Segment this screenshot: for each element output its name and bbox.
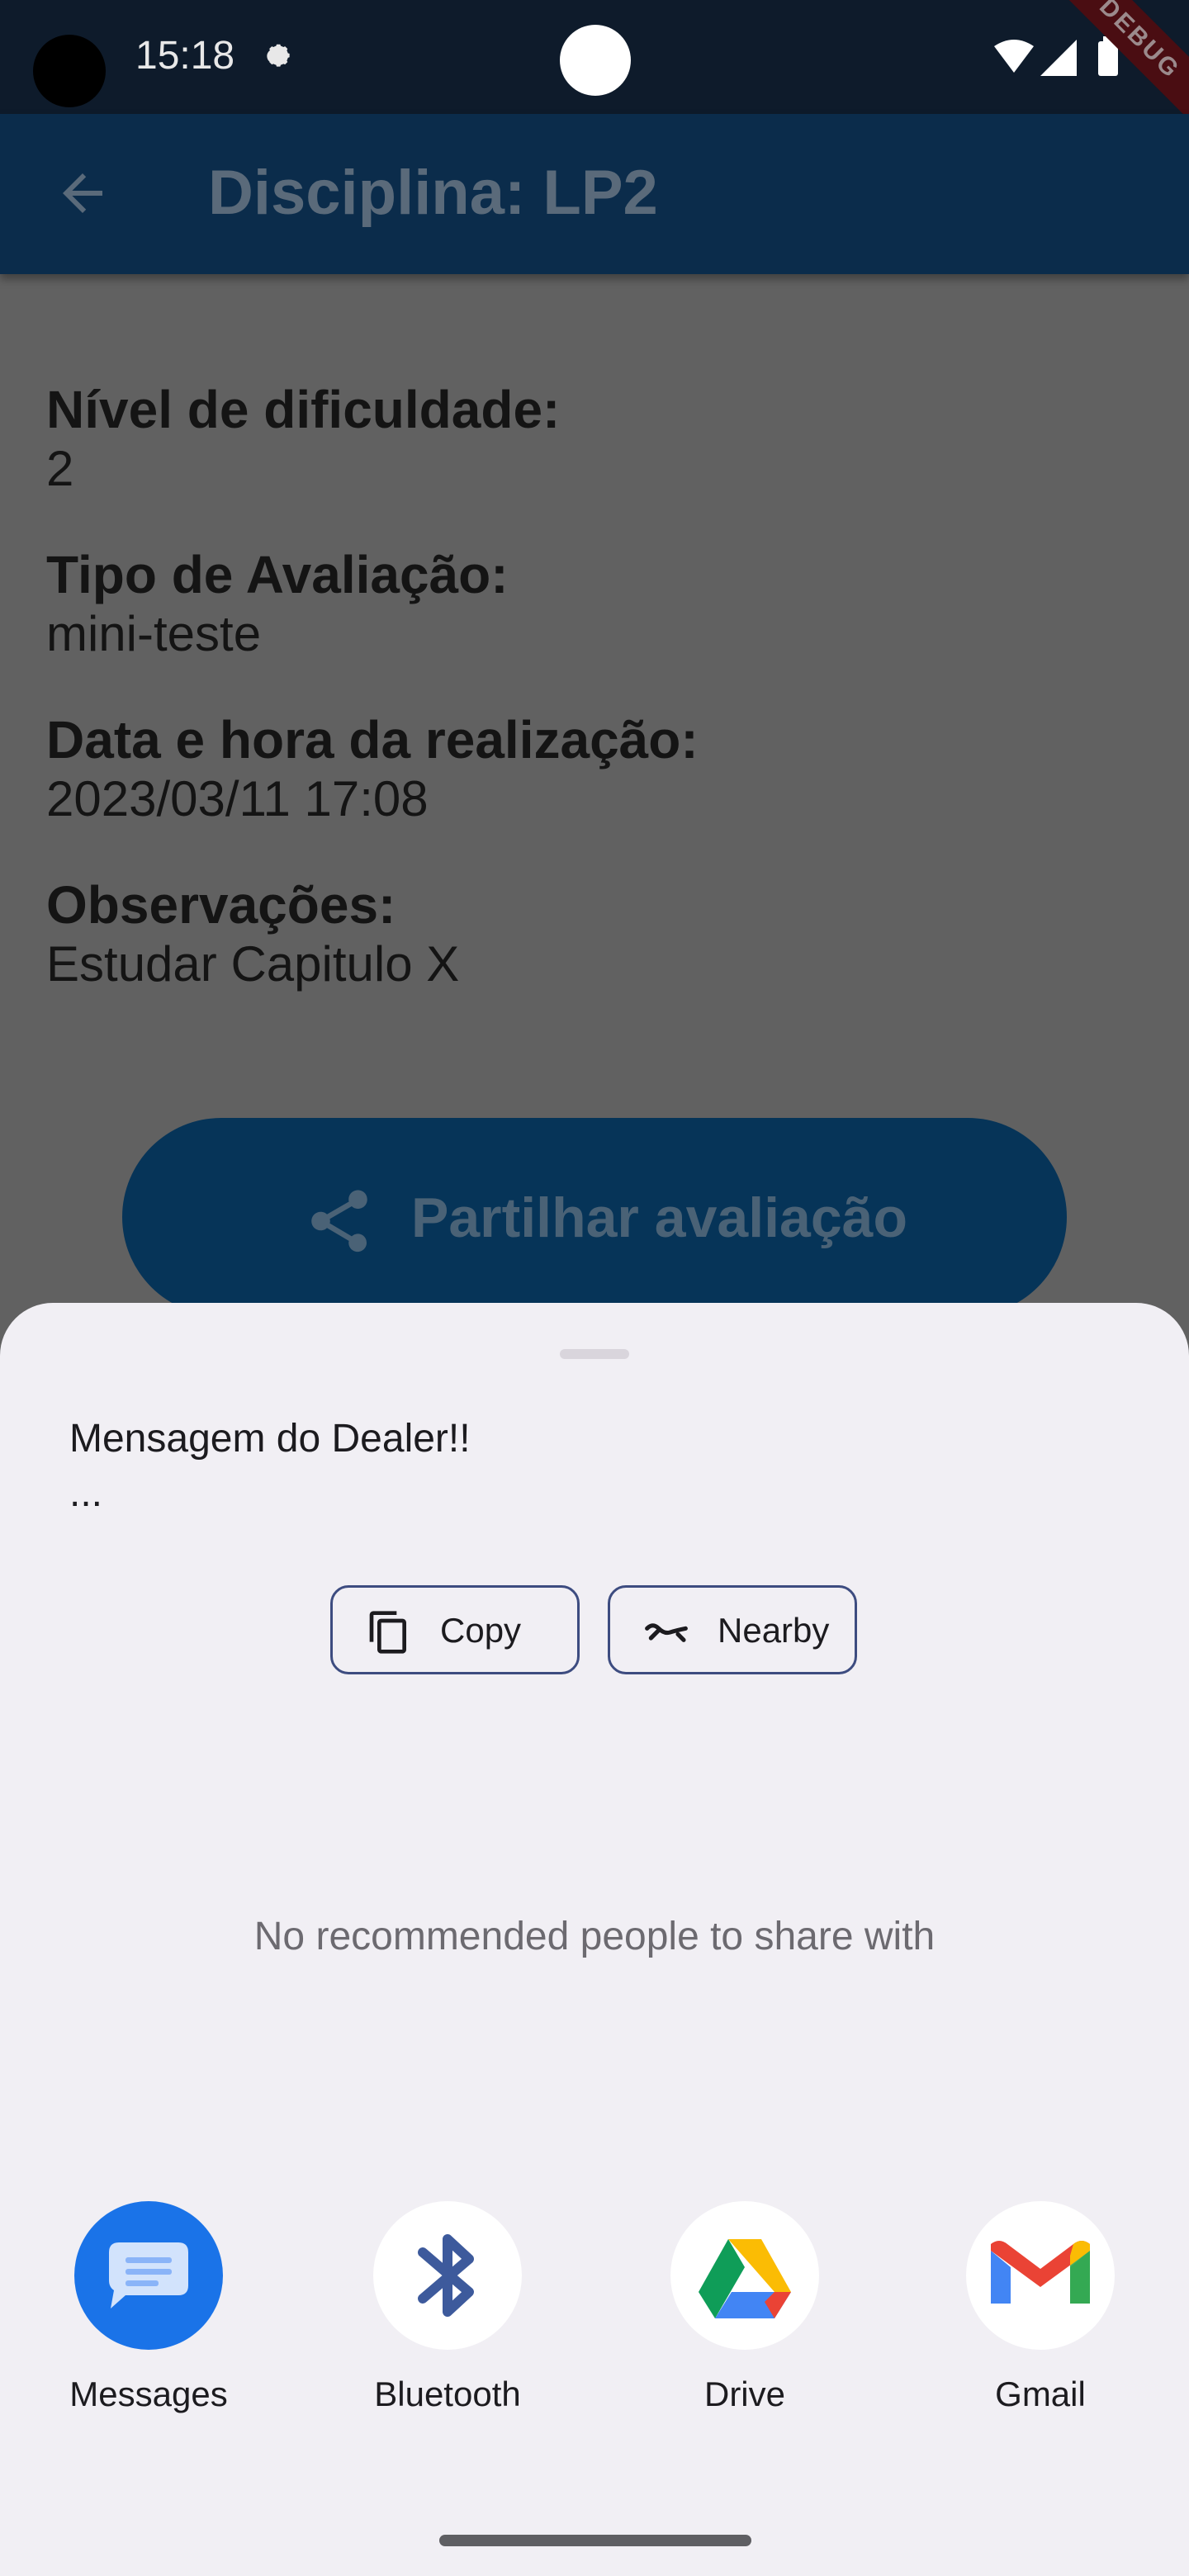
datetime-value: 2023/03/11 17:08 xyxy=(46,771,429,826)
page-title: Disciplina: LP2 xyxy=(208,158,658,228)
notes-label: Observações: xyxy=(46,875,396,935)
datetime-label: Data e hora da realização: xyxy=(46,710,699,769)
share-icon xyxy=(311,1190,367,1252)
drive-icon xyxy=(670,2201,819,2350)
status-bar: 15:18 DEBUG xyxy=(0,0,1189,125)
nearby-share-icon xyxy=(645,1623,688,1642)
share-target-gmail[interactable]: Gmail xyxy=(917,2201,1164,2449)
status-time: 15:18 xyxy=(135,34,235,78)
type-field: Tipo de Avaliação: mini-teste xyxy=(46,545,1120,664)
copy-label: Copy xyxy=(440,1611,522,1650)
difficulty-field: Nível de dificuldade: 2 xyxy=(46,380,1120,499)
home-indicator[interactable] xyxy=(439,2535,751,2546)
front-camera xyxy=(33,35,106,107)
type-label: Tipo de Avaliação: xyxy=(46,545,509,604)
nearby-share-button[interactable]: Nearby xyxy=(608,1585,857,1674)
sheet-drag-handle[interactable] xyxy=(560,1349,629,1359)
copy-button[interactable]: Copy xyxy=(330,1585,580,1674)
share-target-messages[interactable]: Messages xyxy=(25,2201,272,2449)
nearby-label: Nearby xyxy=(718,1611,830,1650)
share-button-label: Partilhar avaliação xyxy=(411,1186,908,1249)
cellular-signal-icon xyxy=(1040,40,1077,76)
share-target-bluetooth[interactable]: Bluetooth xyxy=(324,2201,571,2449)
bluetooth-label: Bluetooth xyxy=(374,2375,521,2413)
messages-icon xyxy=(74,2201,223,2350)
difficulty-value: 2 xyxy=(46,441,74,496)
system-status-icons xyxy=(994,36,1118,76)
evaluation-details: Nível de dificuldade: 2 Tipo de Avaliaçã… xyxy=(46,380,1120,1040)
gmail-label: Gmail xyxy=(995,2375,1086,2413)
wifi-icon xyxy=(994,40,1034,73)
difficulty-label: Nível de dificuldade: xyxy=(46,380,561,439)
bluetooth-icon xyxy=(373,2201,522,2350)
settings-gear-icon xyxy=(267,44,290,67)
no-recommendations-message: No recommended people to share with xyxy=(253,1915,936,1958)
notes-field: Observações: Estudar Capitulo X xyxy=(46,875,1120,994)
shared-text-preview: Mensagem do Dealer!! ... xyxy=(69,1417,471,1515)
notch-indicator xyxy=(560,25,631,96)
share-target-drive[interactable]: Drive xyxy=(621,2201,869,2449)
copy-icon xyxy=(369,1611,406,1654)
messages-label: Messages xyxy=(69,2375,228,2413)
datetime-field: Data e hora da realização: 2023/03/11 17… xyxy=(46,710,1120,829)
notes-value: Estudar Capitulo X xyxy=(46,936,460,992)
back-arrow-icon[interactable] xyxy=(53,163,112,223)
share-evaluation-button[interactable]: Partilhar avaliação xyxy=(122,1118,1067,1316)
gmail-icon xyxy=(966,2201,1115,2350)
share-sheet: Mensagem do Dealer!! ... Copy Nearby No … xyxy=(0,1303,1189,2576)
drive-label: Drive xyxy=(703,2375,785,2413)
type-value: mini-teste xyxy=(46,606,262,661)
app-bar: Disciplina: LP2 xyxy=(0,114,1189,274)
